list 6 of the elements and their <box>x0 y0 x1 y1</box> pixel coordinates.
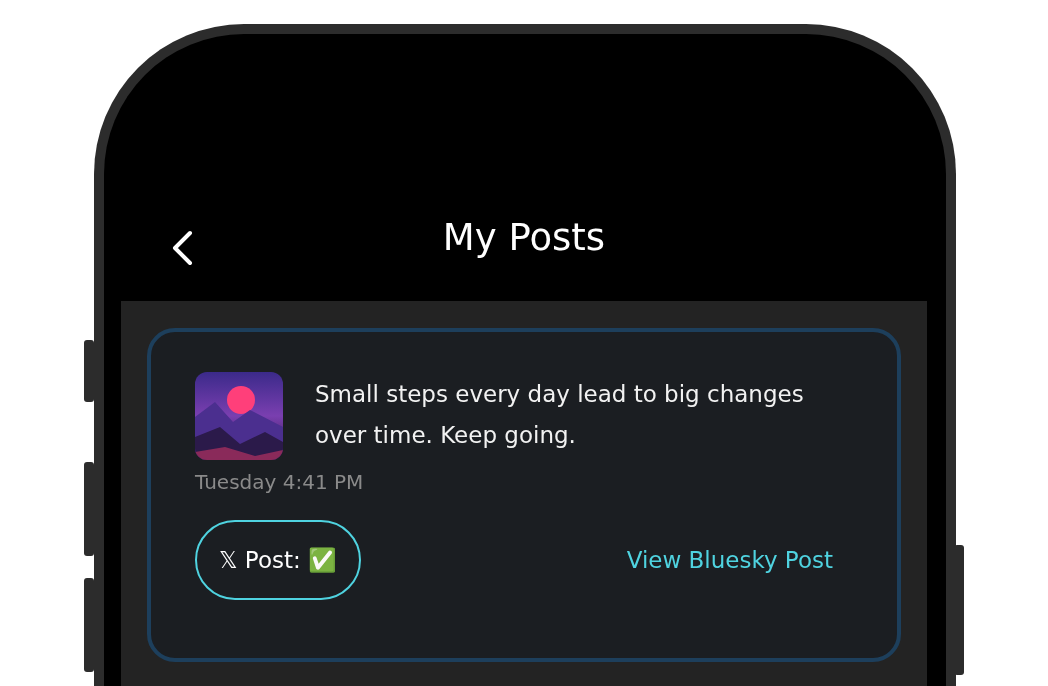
back-icon[interactable] <box>171 230 193 266</box>
screen-title: My Posts <box>442 216 606 259</box>
x-post-status-button[interactable]: 𝕏 Post: ✅ <box>195 520 362 600</box>
view-bluesky-post-link[interactable]: View Bluesky Post <box>626 547 833 573</box>
post-text: Small steps every day lead to big changes over time. Keep going. <box>315 380 805 450</box>
post-timestamp: Tuesday 4:41 PM <box>195 470 365 494</box>
